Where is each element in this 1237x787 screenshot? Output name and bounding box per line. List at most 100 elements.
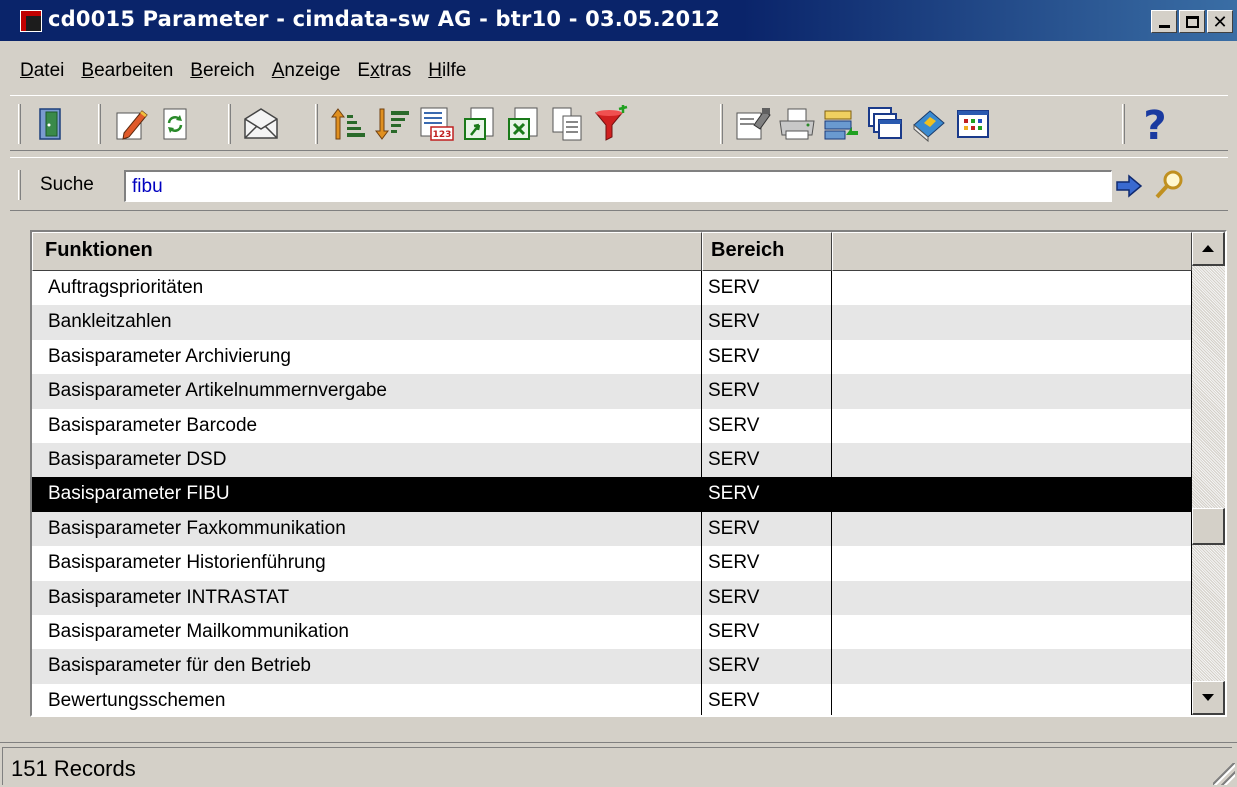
table-row[interactable]: Basisparameter Faxkommunikation SERV xyxy=(32,511,1192,547)
cell-bereich[interactable]: SERV xyxy=(702,305,832,340)
search-input[interactable] xyxy=(124,170,1112,202)
scroll-up-button[interactable] xyxy=(1192,232,1225,266)
table-row[interactable]: Basisparameter Historienführung SERV xyxy=(32,546,1192,581)
cell-empty[interactable] xyxy=(832,442,1192,478)
menu-extras[interactable]: Extras xyxy=(357,60,411,86)
vertical-scrollbar[interactable] xyxy=(1192,232,1225,715)
cell-bereich[interactable]: SERV xyxy=(702,408,832,443)
book-icon xyxy=(913,110,945,143)
close-button[interactable]: ✕ xyxy=(1207,10,1233,33)
cell-bereich[interactable]: SERV xyxy=(702,477,832,512)
edit-button[interactable] xyxy=(109,102,153,146)
cell-funktion[interactable]: Bankleitzahlen xyxy=(32,305,702,340)
scroll-down-button[interactable] xyxy=(1192,681,1225,715)
table-row[interactable]: Bewertungsschemen SERV xyxy=(32,683,1192,715)
sort-descending-button[interactable] xyxy=(370,102,414,146)
cell-empty[interactable] xyxy=(832,580,1192,615)
help-button[interactable]: ? xyxy=(1133,102,1177,146)
cell-empty[interactable] xyxy=(832,305,1192,340)
numeric-list-button[interactable]: 123 xyxy=(414,102,458,146)
cell-bereich[interactable]: SERV xyxy=(702,339,832,375)
cell-empty[interactable] xyxy=(832,511,1192,547)
cell-empty[interactable] xyxy=(832,546,1192,581)
minimize-button[interactable] xyxy=(1151,10,1177,33)
mail-button[interactable] xyxy=(239,102,283,146)
cell-empty[interactable] xyxy=(832,683,1192,715)
cell-bereich[interactable]: SERV xyxy=(702,614,832,650)
cell-bereich[interactable]: SERV xyxy=(702,580,832,615)
maximize-button[interactable] xyxy=(1179,10,1205,33)
column-header-bereich[interactable]: Bereich xyxy=(702,232,832,271)
cell-empty[interactable] xyxy=(832,649,1192,684)
cell-funktion[interactable]: Basisparameter Historienführung xyxy=(32,546,702,581)
menu-bearbeiten[interactable]: Bearbeiten xyxy=(81,60,173,86)
grid-view-icon xyxy=(957,110,989,138)
cell-funktion[interactable]: Basisparameter Mailkommunikation xyxy=(32,614,702,650)
cell-empty[interactable] xyxy=(832,614,1192,650)
copy-icon xyxy=(552,107,582,141)
table-row[interactable]: Basisparameter Mailkommunikation SERV xyxy=(32,614,1192,650)
cell-bereich[interactable]: SERV xyxy=(702,683,832,715)
cell-empty[interactable] xyxy=(832,271,1192,306)
filter-button[interactable] xyxy=(590,102,634,146)
table-row[interactable]: Basisparameter Barcode SERV xyxy=(32,408,1192,443)
mail-envelope-icon xyxy=(244,108,278,139)
magnifier-icon[interactable] xyxy=(1152,168,1186,202)
menu-bereich[interactable]: Bereich xyxy=(190,60,254,86)
menu-anzeige[interactable]: Anzeige xyxy=(272,60,341,86)
app-icon[interactable] xyxy=(20,10,42,32)
cell-bereich[interactable]: SERV xyxy=(702,511,832,547)
resize-grip[interactable] xyxy=(1213,763,1235,785)
properties-button[interactable] xyxy=(731,102,775,146)
cell-empty[interactable] xyxy=(832,408,1192,443)
transfer-button[interactable] xyxy=(819,102,863,146)
sort-ascending-button[interactable] xyxy=(326,102,370,146)
table-row[interactable]: Auftragsprioritäten SERV xyxy=(32,271,1192,306)
cell-bereich[interactable]: SERV xyxy=(702,546,832,581)
cell-bereich[interactable]: SERV xyxy=(702,374,832,409)
go-arrow-icon[interactable] xyxy=(1114,171,1144,201)
table-row[interactable]: Basisparameter für den Betrieb SERV xyxy=(32,649,1192,684)
table-row[interactable]: Bankleitzahlen SERV xyxy=(32,305,1192,340)
print-button[interactable] xyxy=(775,102,819,146)
cell-empty[interactable] xyxy=(832,374,1192,409)
refresh-button[interactable] xyxy=(153,102,197,146)
column-header-funktionen[interactable]: Funktionen xyxy=(32,232,702,271)
table-row[interactable]: Basisparameter Artikelnummernvergabe SERV xyxy=(32,374,1192,409)
cell-empty[interactable] xyxy=(832,339,1192,375)
table-row[interactable]: Basisparameter INTRASTAT SERV xyxy=(32,580,1192,615)
cell-funktion[interactable]: Basisparameter Artikelnummernvergabe xyxy=(32,374,702,409)
excel-export-button[interactable] xyxy=(502,102,546,146)
menu-datei[interactable]: Datei xyxy=(20,60,64,86)
cell-bereich[interactable]: SERV xyxy=(702,649,832,684)
cell-funktion[interactable]: Basisparameter für den Betrieb xyxy=(32,649,702,684)
svg-text:123: 123 xyxy=(433,130,452,140)
table-row[interactable]: Basisparameter Archivierung SERV xyxy=(32,339,1192,375)
toolbar-grip xyxy=(228,104,231,144)
cell-funktion[interactable]: Basisparameter DSD xyxy=(32,442,702,478)
window-title: cd0015 Parameter - cimdata-sw AG - btr10… xyxy=(48,7,720,31)
cell-funktion[interactable]: Bewertungsschemen xyxy=(32,683,702,715)
cell-funktion[interactable]: Basisparameter INTRASTAT xyxy=(32,580,702,615)
cell-empty[interactable] xyxy=(832,477,1192,512)
table-row[interactable]: Basisparameter DSD SERV xyxy=(32,442,1192,478)
menu-hilfe[interactable]: Hilfe xyxy=(428,60,466,86)
cell-bereich[interactable]: SERV xyxy=(702,271,832,306)
sort-descending-icon xyxy=(375,108,409,140)
cell-funktion[interactable]: Basisparameter Barcode xyxy=(32,408,702,443)
windows-button[interactable] xyxy=(863,102,907,146)
cell-funktion[interactable]: Basisparameter Faxkommunikation xyxy=(32,511,702,547)
exit-button[interactable] xyxy=(29,102,73,146)
cell-bereich[interactable]: SERV xyxy=(702,442,832,478)
window-controls: ✕ xyxy=(1151,10,1233,33)
cell-funktion[interactable]: Basisparameter Archivierung xyxy=(32,339,702,375)
table-row[interactable]: Basisparameter FIBU SERV xyxy=(32,477,1192,512)
cell-funktion[interactable]: Basisparameter FIBU xyxy=(32,477,702,512)
book-button[interactable] xyxy=(907,102,951,146)
grid-view-button[interactable] xyxy=(951,102,995,146)
export-button[interactable] xyxy=(458,102,502,146)
scroll-thumb[interactable] xyxy=(1192,508,1225,545)
cell-funktion[interactable]: Auftragsprioritäten xyxy=(32,271,702,306)
column-header-empty[interactable] xyxy=(832,232,1192,271)
copy-button[interactable] xyxy=(546,102,590,146)
